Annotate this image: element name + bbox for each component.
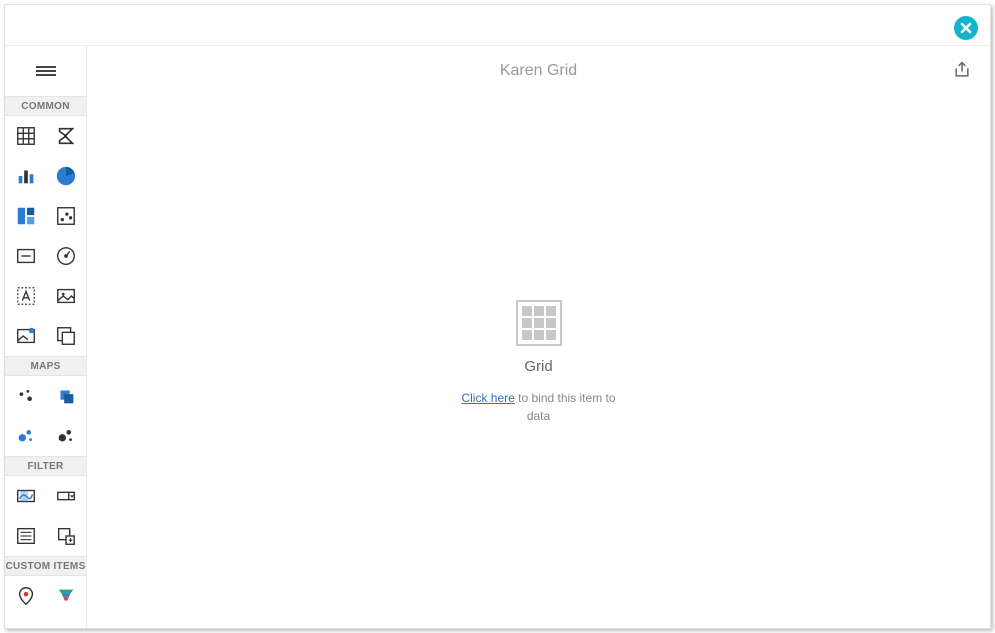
content-header: Karen Grid <box>87 46 990 96</box>
export-button[interactable] <box>952 60 972 85</box>
toolbox: COMMON MAPS FI <box>5 46 87 628</box>
bar-chart-icon <box>15 165 37 187</box>
tool-group[interactable] <box>46 316 86 356</box>
listbox-icon <box>15 525 37 547</box>
tool-custom-pin[interactable] <box>6 576 46 616</box>
toolbox-common-items <box>5 116 86 356</box>
tool-treemap[interactable] <box>6 196 46 236</box>
toolbox-section-custom: CUSTOM ITEMS <box>5 556 86 576</box>
tool-text[interactable] <box>6 276 46 316</box>
placeholder-link[interactable]: Click here <box>461 391 514 405</box>
treemap-icon <box>15 205 37 227</box>
tool-treeview[interactable] <box>46 516 86 556</box>
tool-choropleth[interactable] <box>6 376 46 416</box>
tool-grid[interactable] <box>6 116 46 156</box>
export-icon <box>952 60 972 80</box>
hamburger-menu[interactable] <box>5 46 87 96</box>
text-icon <box>15 285 37 307</box>
tool-gauge[interactable] <box>46 236 86 276</box>
card-icon <box>15 245 37 267</box>
toolbox-section-maps: MAPS <box>5 356 86 376</box>
pie-chart-icon <box>55 165 77 187</box>
tool-pie[interactable] <box>46 156 86 196</box>
tool-chart[interactable] <box>6 156 46 196</box>
toolbox-custom-items <box>5 576 86 616</box>
bound-image-icon <box>15 325 37 347</box>
range-filter-icon <box>15 485 37 507</box>
tool-scatter[interactable] <box>46 196 86 236</box>
image-icon <box>55 285 77 307</box>
scatter-icon <box>55 205 77 227</box>
tool-range-filter[interactable] <box>6 476 46 516</box>
choropleth-icon <box>15 385 37 407</box>
tool-combobox[interactable] <box>46 476 86 516</box>
treeview-icon <box>55 525 77 547</box>
hamburger-icon <box>36 64 56 78</box>
content-area: Karen Grid Grid Click here to bind this … <box>87 46 990 628</box>
close-button[interactable] <box>954 16 978 40</box>
toolbox-filter-items <box>5 476 86 556</box>
app-frame: COMMON MAPS FI <box>4 4 991 629</box>
tool-image[interactable] <box>46 276 86 316</box>
combobox-icon <box>55 485 77 507</box>
geopoint-icon <box>55 385 77 407</box>
group-icon <box>55 325 77 347</box>
placeholder-label: Grid <box>524 358 552 375</box>
pie-map-icon <box>55 425 77 447</box>
tool-pie-map[interactable] <box>46 416 86 456</box>
bubble-map-icon <box>15 425 37 447</box>
grid-icon <box>15 125 37 147</box>
body: COMMON MAPS FI <box>5 45 990 628</box>
toolbox-maps-items <box>5 376 86 456</box>
tool-bubble-map[interactable] <box>6 416 46 456</box>
tool-custom-funnel[interactable] <box>46 576 86 616</box>
placeholder: Grid Click here to bind this item to dat… <box>87 96 990 628</box>
placeholder-hint-rest: to bind this item to data <box>515 391 616 423</box>
toolbox-section-filter: FILTER <box>5 456 86 476</box>
pin-icon <box>15 585 37 607</box>
toolbox-section-common: COMMON <box>5 96 86 116</box>
tool-pivot[interactable] <box>46 116 86 156</box>
tool-geopoint[interactable] <box>46 376 86 416</box>
tool-listbox[interactable] <box>6 516 46 556</box>
tool-bound-image[interactable] <box>6 316 46 356</box>
grid-placeholder-icon <box>516 300 562 346</box>
tool-card[interactable] <box>6 236 46 276</box>
placeholder-hint: Click here to bind this item to data <box>449 389 629 425</box>
content-title: Karen Grid <box>500 62 577 80</box>
gauge-icon <box>55 245 77 267</box>
topbar <box>5 5 990 45</box>
sigma-icon <box>55 125 77 147</box>
funnel-icon <box>55 585 77 607</box>
close-icon <box>959 21 973 35</box>
